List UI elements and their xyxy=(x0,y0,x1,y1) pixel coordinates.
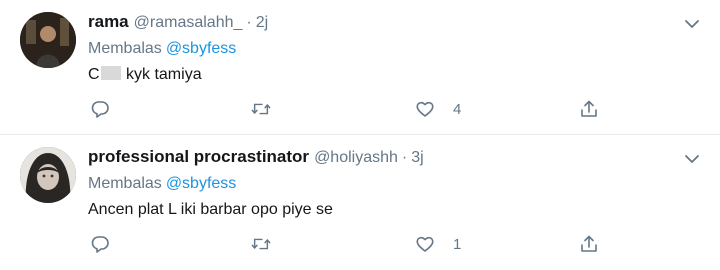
replying-label: Membalas xyxy=(88,175,162,192)
timestamp[interactable]: 2j xyxy=(256,14,268,32)
retweet-button[interactable] xyxy=(251,98,271,120)
tweet-actions: 4 xyxy=(88,98,608,120)
heart-icon xyxy=(416,101,434,117)
replying-label: Membalas xyxy=(88,40,162,57)
chevron-down-icon[interactable] xyxy=(682,14,702,34)
tweet-actions: 1 xyxy=(88,233,608,255)
retweet-button[interactable] xyxy=(251,233,271,255)
display-name[interactable]: professional procrastinator xyxy=(88,147,309,167)
display-name[interactable]: rama xyxy=(88,12,129,32)
reply-icon xyxy=(91,236,109,253)
avatar[interactable] xyxy=(20,147,76,203)
tweet-text-end: kyk tamiya xyxy=(126,66,202,83)
share-button[interactable] xyxy=(579,98,599,120)
retweet-icon xyxy=(251,238,271,250)
tweet-text: Ancen plat L iki barbar opo piye se xyxy=(88,201,333,218)
timestamp[interactable]: 3j xyxy=(411,149,423,167)
tweet-text: C kyk tamiya xyxy=(88,66,202,84)
avatar-photo xyxy=(20,12,76,68)
reply-button[interactable] xyxy=(90,233,110,255)
tweet-header: professional procrastinator @holiyashh ·… xyxy=(88,147,424,169)
user-handle[interactable]: @ramasalahh_ xyxy=(134,14,243,32)
retweet-icon xyxy=(251,103,271,115)
replying-to: Membalas @sbyfess xyxy=(88,40,236,58)
reply-icon xyxy=(91,101,109,118)
user-handle[interactable]: @holiyashh xyxy=(314,149,398,167)
tweet-text-start: C xyxy=(88,66,100,83)
reply-button[interactable] xyxy=(90,98,110,120)
avatar-photo xyxy=(20,147,76,203)
like-button[interactable]: 4 xyxy=(415,98,461,120)
replying-to: Membalas @sbyfess xyxy=(88,175,236,193)
share-icon xyxy=(581,100,597,117)
separator-dot: · xyxy=(401,149,408,166)
avatar[interactable] xyxy=(20,12,76,68)
heart-icon xyxy=(416,236,434,252)
like-count: 4 xyxy=(453,100,462,118)
separator-dot: · xyxy=(246,14,252,31)
mention-link[interactable]: @sbyfess xyxy=(166,40,236,57)
censored-word xyxy=(100,66,121,80)
tweet-card[interactable]: rama @ramasalahh_ · 2j Membalas @sbyfess … xyxy=(0,0,720,134)
like-button[interactable]: 1 xyxy=(415,233,461,255)
share-icon xyxy=(581,235,597,252)
tweet-header: rama @ramasalahh_ · 2j xyxy=(88,12,268,34)
tweet-card[interactable]: professional procrastinator @holiyashh ·… xyxy=(0,135,720,270)
share-button[interactable] xyxy=(579,233,599,255)
chevron-down-icon[interactable] xyxy=(682,149,702,169)
mention-link[interactable]: @sbyfess xyxy=(166,175,236,192)
like-count: 1 xyxy=(453,235,462,253)
